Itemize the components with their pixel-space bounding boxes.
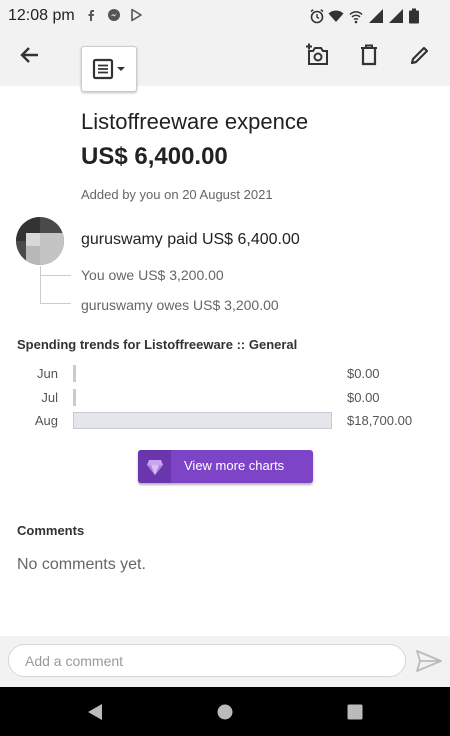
facebook-icon <box>88 10 94 21</box>
navigation-bar <box>0 687 450 736</box>
nav-home-icon <box>217 704 233 720</box>
signal-icon <box>369 9 383 23</box>
comment-input[interactable] <box>8 644 406 677</box>
no-comments-text: No comments yet. <box>17 556 146 573</box>
expense-title: Listoffreeware expence <box>81 109 309 134</box>
add-photo-button[interactable] <box>302 39 334 71</box>
signal-icon <box>389 9 403 23</box>
nav-back-button[interactable] <box>82 699 108 725</box>
added-by-text: Added by you on 20 August 2021 <box>81 187 273 202</box>
back-arrow-icon <box>20 47 38 63</box>
chart-bar <box>73 365 76 382</box>
chart-month-label: Aug <box>34 413 58 428</box>
gem-icon <box>138 450 171 483</box>
chart-value-label: $18,700.00 <box>347 413 413 428</box>
trash-icon <box>361 44 377 66</box>
nav-home-button[interactable] <box>212 699 238 725</box>
avatar <box>16 217 64 265</box>
payer-line: guruswamy paid US$ 6,400.00 <box>81 231 300 248</box>
spending-trends-title: Spending trends for Listoffreeware :: Ge… <box>17 337 298 352</box>
share-connector <box>40 266 71 304</box>
toolbar <box>0 32 450 86</box>
category-button[interactable] <box>81 46 137 92</box>
comments-title: Comments <box>17 523 85 538</box>
battery-icon <box>409 8 419 24</box>
dropdown-caret-icon <box>117 67 125 71</box>
delete-button[interactable] <box>353 39 385 71</box>
chart-month-label: Jul <box>41 389 58 405</box>
share-line: guruswamy owes US$ 3,200.00 <box>81 297 279 313</box>
nav-back-icon <box>88 704 102 720</box>
chart-bar <box>73 388 76 406</box>
view-more-charts-button[interactable]: View more charts <box>138 450 313 483</box>
hotspot-icon <box>349 11 363 24</box>
nav-recents-icon <box>347 704 363 720</box>
back-button[interactable] <box>14 39 46 71</box>
expense-amount: US$ 6,400.00 <box>81 143 228 170</box>
chart-value-label: $0.00 <box>347 366 380 381</box>
edit-button[interactable] <box>404 39 436 71</box>
wifi-icon <box>328 10 344 22</box>
play-store-icon <box>131 8 142 22</box>
chart-value-label: $0.00 <box>347 389 380 405</box>
comment-bar <box>0 636 450 687</box>
status-time: 12:08 pm <box>8 7 75 24</box>
pencil-icon <box>410 46 429 65</box>
chart-bar <box>73 412 332 429</box>
receipt-icon <box>92 58 125 80</box>
alarm-icon <box>310 9 324 24</box>
send-button[interactable] <box>415 648 443 674</box>
camera-add-icon <box>306 43 328 65</box>
share-line: You owe US$ 3,200.00 <box>81 267 224 283</box>
send-icon <box>416 650 442 672</box>
view-more-charts-label: View more charts <box>184 458 285 473</box>
chart-month-label: Jun <box>37 366 58 381</box>
nav-recents-button[interactable] <box>342 699 368 725</box>
messenger-icon <box>108 9 120 21</box>
status-bar: 12:08 pm <box>0 0 450 32</box>
